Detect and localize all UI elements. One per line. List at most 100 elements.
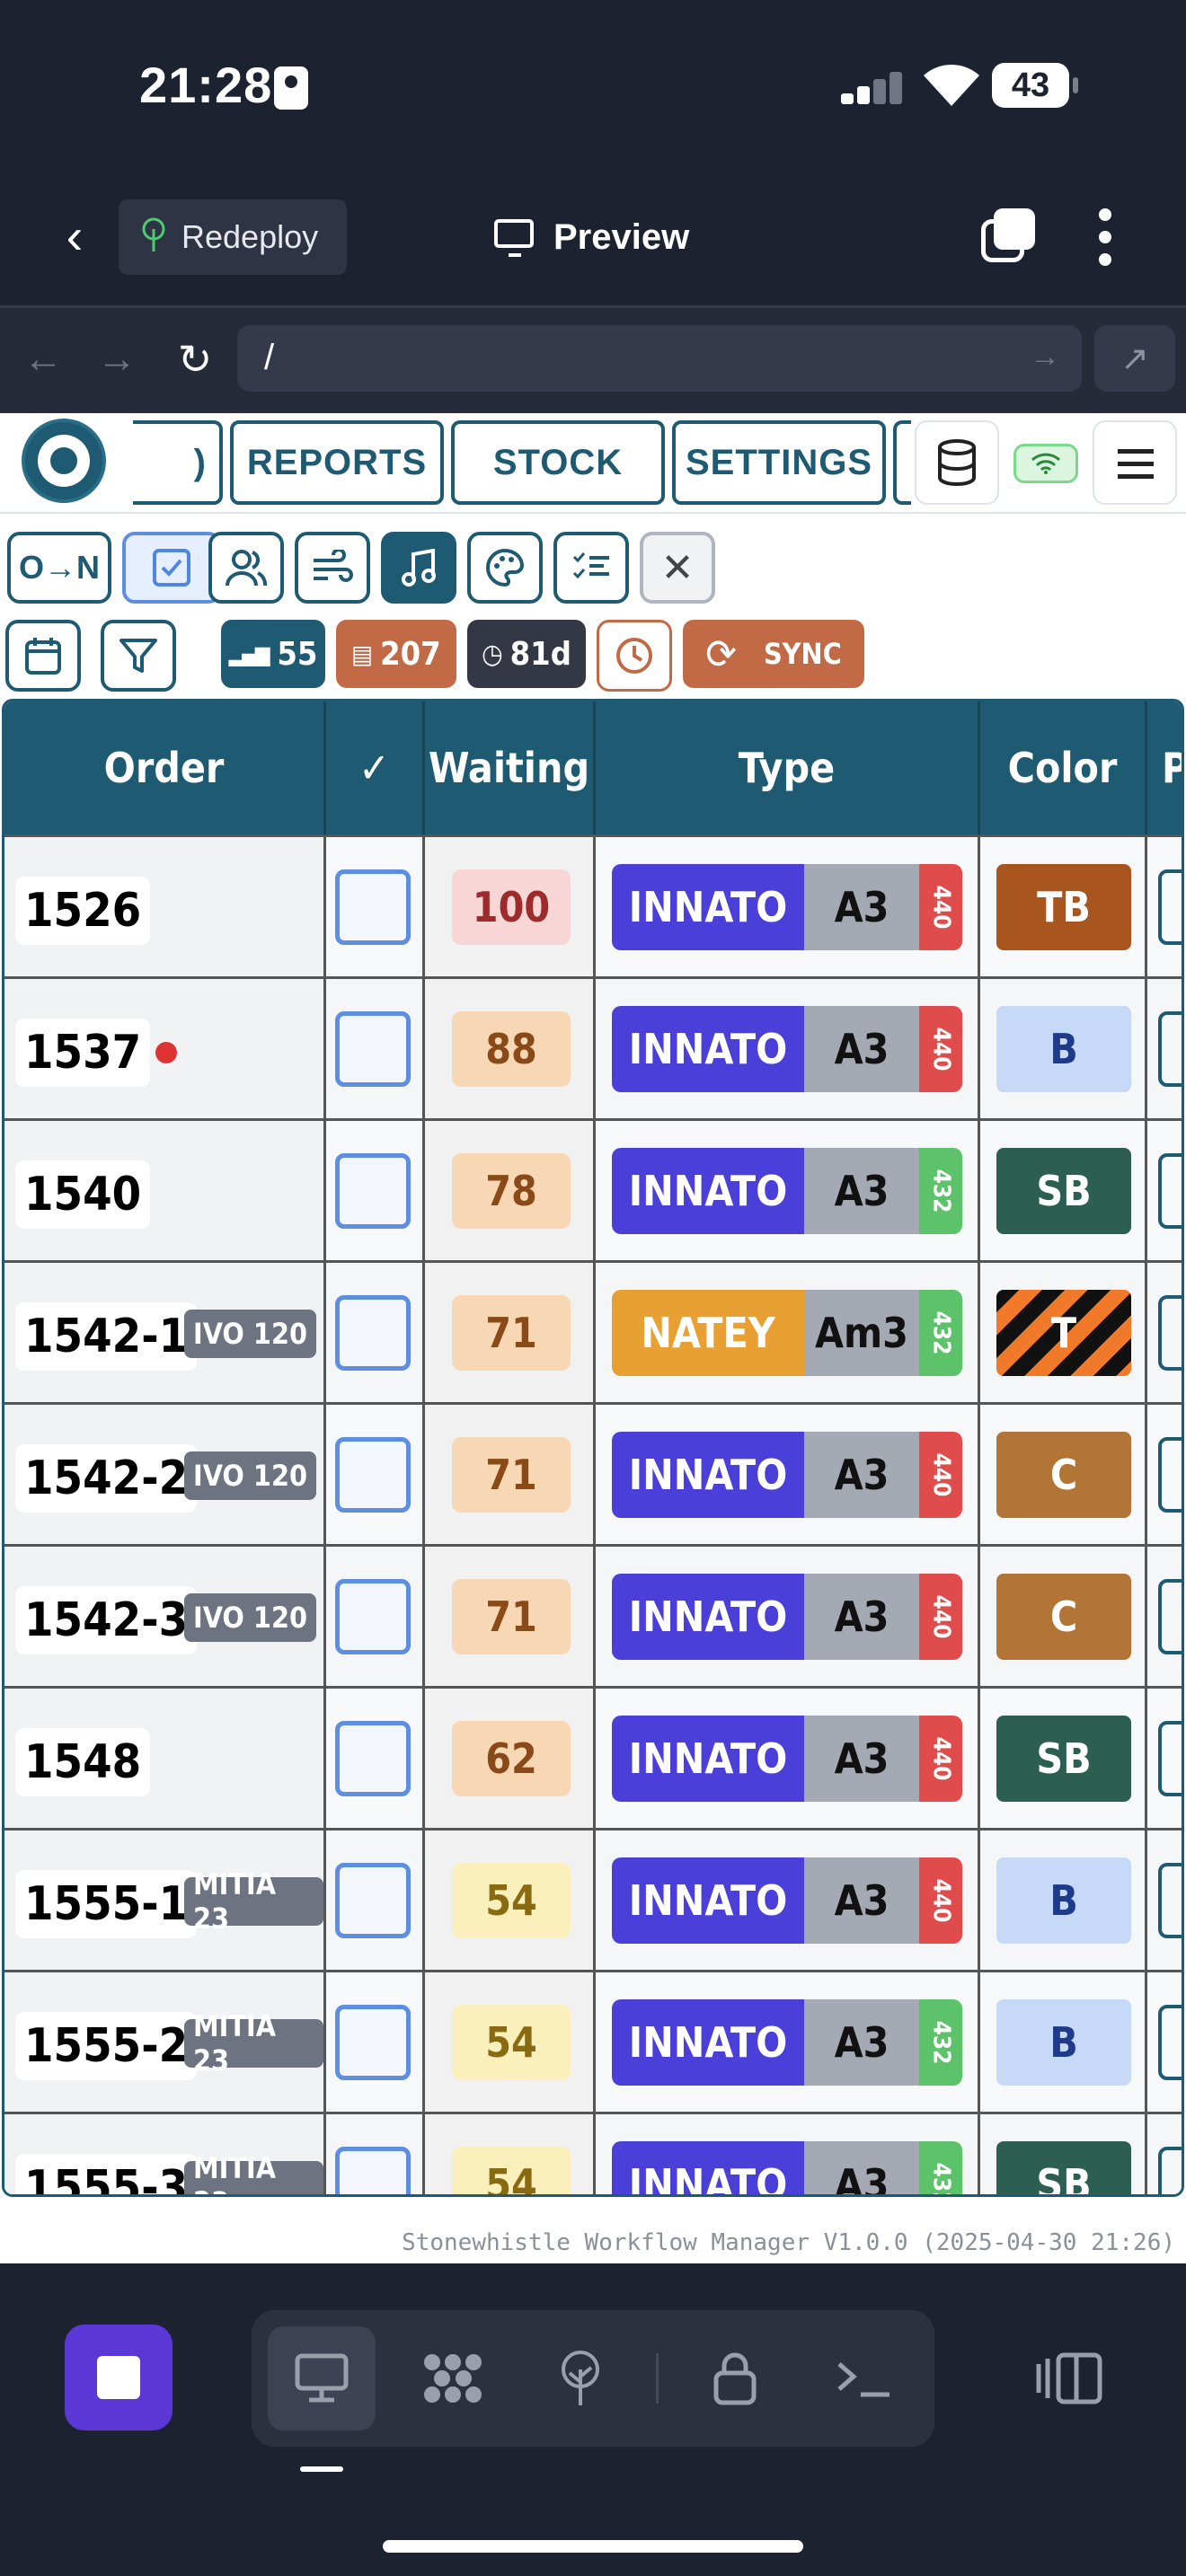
- partial-badge[interactable]: [1158, 1863, 1182, 1938]
- table-row[interactable]: 1526 100 INNATO A3 440 TB: [4, 834, 1182, 976]
- open-external-icon[interactable]: ↗: [1094, 325, 1175, 392]
- type-badge[interactable]: INNATO A3 440: [612, 1857, 962, 1944]
- header-check[interactable]: ✓: [326, 701, 425, 834]
- redeploy-button[interactable]: Redeploy: [119, 199, 347, 275]
- checklist-toggle[interactable]: [122, 532, 221, 604]
- header-color[interactable]: Color: [980, 701, 1147, 834]
- calendar-button[interactable]: [5, 620, 81, 692]
- stop-button[interactable]: [65, 2325, 173, 2430]
- header-type[interactable]: Type: [596, 701, 980, 834]
- partial-badge[interactable]: [1158, 1579, 1182, 1654]
- type-badge[interactable]: NATEY Am3 432: [612, 1290, 962, 1376]
- sort-old-new-button[interactable]: O→N: [7, 532, 111, 604]
- desktop-icon[interactable]: [270, 2326, 374, 2430]
- users-filter-button[interactable]: [208, 532, 284, 604]
- order-number[interactable]: 1542-3: [15, 1586, 198, 1654]
- partial-badge[interactable]: [1158, 1153, 1182, 1229]
- type-badge[interactable]: INNATO A3 440: [612, 864, 962, 950]
- row-checkbox[interactable]: [335, 1153, 411, 1229]
- header-order[interactable]: Order: [4, 701, 326, 834]
- reload-icon[interactable]: ↻: [173, 336, 217, 383]
- deploy-tree-icon[interactable]: [528, 2326, 633, 2430]
- row-checkbox[interactable]: [335, 2005, 411, 2080]
- table-row[interactable]: 1548 62 INNATO A3 440 SB: [4, 1686, 1182, 1828]
- color-badge[interactable]: TB: [996, 864, 1131, 950]
- row-checkbox[interactable]: [335, 869, 411, 945]
- lock-icon[interactable]: [683, 2326, 787, 2430]
- type-badge[interactable]: INNATO A3 440: [612, 1006, 962, 1092]
- palette-filter-button[interactable]: [467, 532, 543, 604]
- row-checkbox[interactable]: [335, 2147, 411, 2194]
- nav-tab-settings[interactable]: SETTINGS: [672, 420, 886, 505]
- table-row[interactable]: 1555-1 MITIA 23 54 INNATO A3 440 B: [4, 1828, 1182, 1970]
- table-row[interactable]: 1555-3 MITIA 23 54 INNATO A3 432 SB: [4, 2112, 1182, 2194]
- row-checkbox[interactable]: [335, 1863, 411, 1938]
- partial-badge[interactable]: [1158, 2005, 1182, 2080]
- nav-tab-overflow[interactable]: [893, 420, 911, 505]
- color-badge[interactable]: B: [996, 1857, 1131, 1944]
- row-checkbox[interactable]: [335, 1295, 411, 1371]
- table-row[interactable]: 1537 88 INNATO A3 440 B: [4, 976, 1182, 1118]
- type-badge[interactable]: INNATO A3 440: [612, 1432, 962, 1518]
- color-badge[interactable]: C: [996, 1574, 1131, 1660]
- order-number[interactable]: 1542-1: [15, 1302, 198, 1371]
- go-arrow-icon[interactable]: →: [1030, 340, 1060, 375]
- nav-tab-partial[interactable]: ): [133, 420, 223, 505]
- type-badge[interactable]: INNATO A3 432: [612, 1148, 962, 1234]
- color-badge[interactable]: C: [996, 1432, 1131, 1518]
- nav-forward-icon[interactable]: →: [97, 337, 137, 382]
- order-number[interactable]: 1542-2: [15, 1444, 198, 1513]
- hamburger-menu-icon[interactable]: [1093, 420, 1177, 505]
- nav-tab-reports[interactable]: REPORTS: [230, 420, 444, 505]
- music-filter-button[interactable]: [381, 532, 456, 604]
- table-row[interactable]: 1540 78 INNATO A3 432 SB: [4, 1118, 1182, 1260]
- sync-button[interactable]: ⟳ SYNC: [683, 620, 864, 688]
- color-badge[interactable]: T: [996, 1290, 1131, 1376]
- app-logo[interactable]: [22, 419, 106, 503]
- type-badge[interactable]: INNATO A3 432: [612, 2141, 962, 2194]
- row-checkbox[interactable]: [335, 1579, 411, 1654]
- more-options-icon[interactable]: [1094, 208, 1116, 266]
- header-waiting[interactable]: Waiting: [425, 701, 596, 834]
- workflow-icon[interactable]: [401, 2326, 505, 2430]
- partial-badge[interactable]: [1158, 869, 1182, 945]
- row-checkbox[interactable]: [335, 1437, 411, 1513]
- table-row[interactable]: 1542-1 IVO 120 71 NATEY Am3 432 T: [4, 1260, 1182, 1402]
- partial-badge[interactable]: [1158, 1437, 1182, 1513]
- table-row[interactable]: 1542-2 IVO 120 71 INNATO A3 440 C: [4, 1402, 1182, 1544]
- type-badge[interactable]: INNATO A3 432: [612, 1999, 962, 2086]
- partial-badge[interactable]: [1158, 1721, 1182, 1796]
- history-button[interactable]: [597, 620, 672, 692]
- filter-button[interactable]: [101, 620, 176, 692]
- header-partial[interactable]: P: [1147, 701, 1182, 834]
- back-icon[interactable]: ‹: [52, 207, 97, 264]
- color-badge[interactable]: SB: [996, 2141, 1131, 2194]
- terminal-icon[interactable]: [812, 2326, 916, 2430]
- color-badge[interactable]: SB: [996, 1148, 1131, 1234]
- order-number[interactable]: 1548: [15, 1728, 151, 1796]
- partial-badge[interactable]: [1158, 1295, 1182, 1371]
- type-badge[interactable]: INNATO A3 440: [612, 1574, 962, 1660]
- split-view-icon[interactable]: [1033, 2342, 1105, 2414]
- url-input[interactable]: / →: [237, 325, 1082, 392]
- database-icon[interactable]: [915, 420, 999, 505]
- table-row[interactable]: 1555-2 MITIA 23 54 INNATO A3 432 B: [4, 1970, 1182, 2112]
- order-number[interactable]: 1555-2: [15, 2012, 198, 2080]
- nav-back-icon[interactable]: ←: [23, 337, 63, 382]
- tabs-icon[interactable]: [981, 208, 1035, 262]
- order-number[interactable]: 1555-3: [15, 2154, 198, 2194]
- nav-tab-stock[interactable]: STOCK: [451, 420, 665, 505]
- row-checkbox[interactable]: [335, 1721, 411, 1796]
- order-number[interactable]: 1526: [15, 877, 151, 945]
- table-row[interactable]: 1542-3 IVO 120 71 INNATO A3 440 C: [4, 1544, 1182, 1686]
- color-badge[interactable]: SB: [996, 1716, 1131, 1802]
- preview-toggle[interactable]: Preview: [494, 212, 728, 262]
- type-badge[interactable]: INNATO A3 440: [612, 1716, 962, 1802]
- wind-filter-button[interactable]: [295, 532, 370, 604]
- order-number[interactable]: 1540: [15, 1160, 151, 1229]
- list-check-button[interactable]: [553, 532, 629, 604]
- partial-badge[interactable]: [1158, 1011, 1182, 1087]
- partial-badge[interactable]: [1158, 2147, 1182, 2194]
- order-number[interactable]: 1555-1: [15, 1870, 198, 1938]
- color-badge[interactable]: B: [996, 1006, 1131, 1092]
